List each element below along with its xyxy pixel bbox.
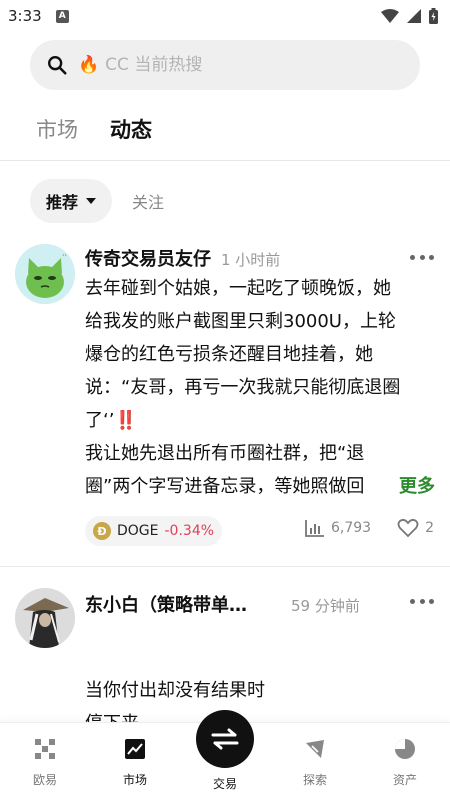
green-cat-avatar-icon: ··	[15, 244, 75, 304]
heart-icon	[397, 518, 419, 538]
nav-label: 探索	[302, 773, 327, 787]
status-time: 3:33	[8, 7, 42, 25]
nav-label: 市场	[122, 773, 147, 787]
post-line-text: 圈”两个字写进备忘录，等她照做回	[85, 476, 365, 497]
post-line: 圈”两个字写进备忘录，等她照做回 更多	[85, 470, 435, 503]
views-count: 6,793	[330, 520, 372, 536]
swap-arrows-icon	[211, 728, 239, 750]
nav-assets[interactable]: 资产	[370, 737, 440, 788]
nav-label: 资产	[392, 773, 417, 787]
post-line: 爆仓的红色亏损条还醒目地挂着，她	[85, 344, 373, 365]
follow-tab[interactable]: 关注	[132, 189, 164, 213]
status-bar: 3:33 A	[0, 0, 450, 32]
status-icons	[381, 8, 438, 24]
svg-text:··: ··	[62, 251, 67, 260]
author-name[interactable]: 传奇交易员友仔	[85, 245, 211, 271]
post-line: 我让她先退出所有币圈社群，把“退	[85, 443, 365, 464]
notification-icon: A	[55, 9, 69, 23]
search-icon	[48, 56, 67, 75]
post-header: 东小白（策略带单… 59 分钟前	[85, 591, 360, 617]
post-separator	[0, 566, 450, 567]
market-chart-icon	[125, 739, 145, 759]
tab-feed[interactable]: 动态	[110, 114, 152, 144]
views-stat: 6,793	[305, 519, 371, 537]
bar-chart-icon	[305, 520, 324, 537]
coin-symbol: DOGE	[117, 523, 159, 539]
post-line: 去年碰到个姑娘，一起吃了顿晚饭，她	[85, 278, 391, 299]
author-name[interactable]: 东小白（策略带单…	[85, 591, 281, 617]
post-header: 传奇交易员友仔 1 小时前	[85, 245, 280, 271]
avatar[interactable]	[15, 588, 75, 648]
nav-market[interactable]: 市场	[100, 737, 170, 788]
likes-stat[interactable]: 2	[397, 518, 434, 538]
sub-tabs: 推荐 关注	[30, 179, 164, 223]
tabs-divider	[0, 160, 450, 161]
post-line: 当你付出却没有结果时	[85, 680, 265, 701]
okx-logo-icon	[35, 739, 55, 759]
nav-explore[interactable]: 探索	[280, 737, 350, 788]
likes-count: 2	[425, 520, 434, 536]
nav-label-trade: 交易	[212, 777, 237, 791]
recommend-filter[interactable]: 推荐	[30, 179, 113, 223]
nav-label: 欧易	[32, 773, 57, 787]
fire-icon: 🔥	[78, 55, 100, 75]
post-content[interactable]: 去年碰到个姑娘，一起吃了顿晚饭，她 给我发的账户截图里只剩3000U，上轮 爆仓…	[85, 272, 435, 503]
more-options-icon[interactable]	[410, 597, 434, 605]
search-input[interactable]	[105, 55, 366, 75]
caret-down-icon	[86, 198, 97, 204]
nav-okx[interactable]: 欧易	[10, 737, 80, 788]
post-line: 了‘’‼️	[85, 410, 137, 431]
main-tabs: 市场 动态	[36, 114, 152, 144]
post-line: 给我发的账户截图里只剩3000U，上轮	[85, 311, 396, 332]
more-options-icon[interactable]	[410, 253, 434, 261]
search-bar[interactable]: 🔥	[30, 40, 420, 90]
doge-coin-icon: Ð	[93, 522, 111, 540]
avatar[interactable]: ··	[15, 244, 75, 304]
samurai-avatar-icon	[15, 588, 75, 648]
coin-tag[interactable]: Ð DOGE -0.34%	[85, 516, 223, 546]
expand-more-link[interactable]: 更多	[395, 470, 435, 503]
tab-market[interactable]: 市场	[36, 114, 78, 144]
trade-button[interactable]	[196, 710, 254, 768]
assets-pie-icon	[395, 739, 415, 759]
post-time: 59 分钟前	[291, 597, 360, 615]
post-time: 1 小时前	[221, 251, 281, 269]
battery-icon	[429, 8, 438, 24]
post-stats: 6,793 2	[305, 518, 434, 538]
coin-change: -0.34%	[164, 523, 215, 539]
explore-compass-icon	[306, 740, 324, 758]
post-line: 说：“友哥，再亏一次我就只能彻底退圈	[85, 377, 401, 398]
recommend-label: 推荐	[46, 193, 79, 212]
wifi-icon	[381, 9, 399, 23]
signal-icon	[407, 9, 421, 23]
